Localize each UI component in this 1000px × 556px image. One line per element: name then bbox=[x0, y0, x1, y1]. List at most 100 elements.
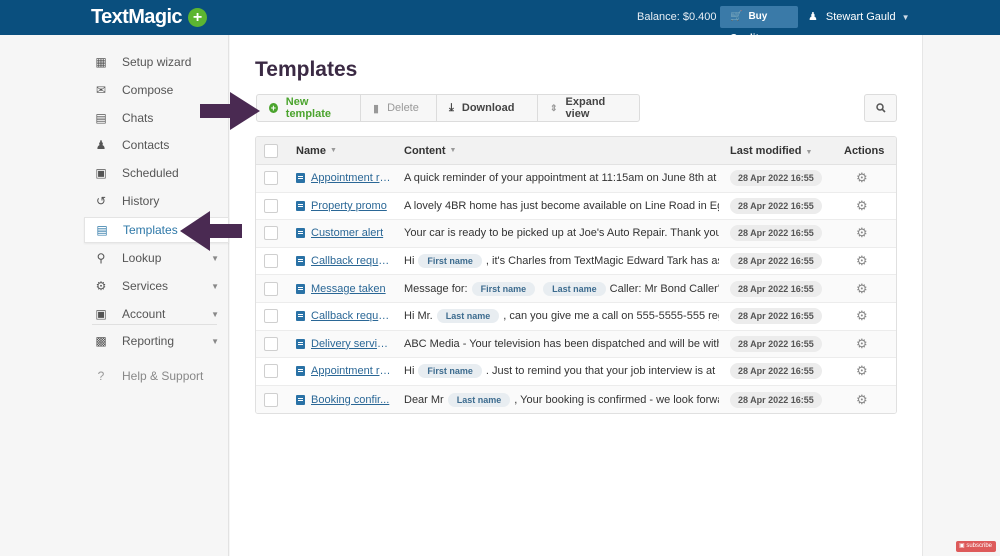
table-row[interactable]: Booking confir... Dear Mr Last name, Your … bbox=[256, 385, 896, 414]
table-row[interactable]: Message taken Message for: First name Last … bbox=[256, 275, 896, 303]
column-name-header[interactable]: Name ▼ bbox=[296, 145, 337, 157]
clipboard-icon: ▤ bbox=[96, 223, 108, 237]
template-icon bbox=[296, 200, 305, 211]
expand-view-button[interactable]: ⇕ Expand view bbox=[538, 95, 639, 121]
placeholder-tag: First name bbox=[418, 364, 482, 379]
row-checkbox[interactable] bbox=[264, 336, 278, 351]
chevron-down-icon: ▼ bbox=[211, 309, 219, 319]
sidebar-item-label: Scheduled bbox=[122, 166, 179, 180]
new-template-button[interactable]: + New template bbox=[257, 95, 361, 121]
page-title: Templates bbox=[255, 58, 358, 81]
content-text: Hi Mr. bbox=[404, 310, 433, 323]
chart-icon: ▩ bbox=[95, 334, 107, 348]
download-button[interactable]: ⤓ Download bbox=[437, 95, 538, 121]
content-text: Hi bbox=[404, 365, 415, 378]
sidebar-item-label: Help & Support bbox=[122, 369, 204, 383]
template-name-link[interactable]: Booking confir... bbox=[311, 394, 391, 406]
gear-icon[interactable]: ⚙ bbox=[856, 225, 868, 240]
gear-icon[interactable]: ⚙ bbox=[856, 363, 868, 378]
template-name-link[interactable]: Delivery service... bbox=[311, 338, 391, 350]
table-row[interactable]: Delivery service... ABC Media - Your tele… bbox=[256, 330, 896, 359]
sidebar-item-label: Services bbox=[122, 279, 169, 293]
history-icon: ↺ bbox=[95, 194, 107, 208]
delete-label: Delete bbox=[387, 102, 419, 114]
template-content: A quick reminder of your appointment at … bbox=[404, 172, 719, 184]
row-checkbox[interactable] bbox=[264, 171, 278, 186]
template-content: Hi First name, it's Charles from TextMagi… bbox=[404, 254, 719, 269]
sidebar-item-setup-wizard[interactable]: ▦ Setup wizard bbox=[84, 49, 229, 75]
content-text: , can you give me a call on 555-5555-555… bbox=[503, 310, 719, 323]
select-all-checkbox[interactable] bbox=[264, 143, 278, 158]
sidebar-item-label: Chats bbox=[122, 111, 154, 125]
table-row[interactable]: Appointment re... A quick reminder of you… bbox=[256, 165, 896, 193]
template-name-link[interactable]: Appointment re... bbox=[311, 172, 391, 184]
placeholder-tag: Last name bbox=[543, 281, 606, 296]
chevron-down-icon: ▼ bbox=[211, 336, 219, 346]
chevron-down-icon: ▼ bbox=[901, 13, 910, 22]
template-name-link[interactable]: Appointment re... bbox=[311, 365, 391, 377]
sidebar-item-label: Lookup bbox=[122, 251, 162, 265]
template-name-link[interactable]: Property promo bbox=[311, 200, 391, 212]
column-content-header[interactable]: Content ▼ bbox=[404, 145, 719, 157]
search-button[interactable] bbox=[864, 94, 897, 122]
last-modified-badge: 28 Apr 2022 16:55 bbox=[730, 253, 822, 270]
gear-icon[interactable]: ⚙ bbox=[856, 308, 868, 323]
plus-circle-icon: + bbox=[269, 103, 278, 113]
video-icon: ▣ bbox=[959, 543, 965, 549]
gear-icon[interactable]: ⚙ bbox=[856, 392, 868, 407]
template-name-link[interactable]: Callback request bbox=[311, 310, 391, 322]
expand-arrows-icon: ⇕ bbox=[550, 102, 558, 113]
templates-table: Name ▼ Content ▼ Last modified ▼ Actions Ap… bbox=[255, 136, 897, 415]
gear-icon[interactable]: ⚙ bbox=[856, 198, 868, 213]
template-icon bbox=[296, 366, 305, 377]
sort-caret-icon: ▼ bbox=[805, 148, 813, 156]
gear-icon[interactable]: ⚙ bbox=[856, 336, 868, 351]
template-icon bbox=[296, 228, 305, 239]
row-checkbox[interactable] bbox=[264, 364, 278, 379]
annotation-arrow-right bbox=[200, 92, 260, 130]
download-icon: ⤓ bbox=[449, 101, 454, 114]
sidebar-item-help-support[interactable]: ? Help & Support bbox=[84, 363, 229, 389]
subscribe-badge[interactable]: ▣ subscribe bbox=[956, 541, 996, 552]
sidebar-item-services[interactable]: ⚙ Services ▼ bbox=[84, 273, 229, 299]
row-checkbox[interactable] bbox=[264, 198, 278, 213]
table-row[interactable]: Property promo A lovely 4BR home has just… bbox=[256, 192, 896, 221]
user-menu[interactable]: ♟ Stewart Gauld ▼ bbox=[808, 10, 910, 23]
content-text: ABC Media - Your television has been dis… bbox=[404, 337, 719, 350]
template-content: Your car is ready to be picked up at Joe… bbox=[404, 227, 719, 239]
gear-icon[interactable]: ⚙ bbox=[856, 253, 868, 268]
buy-credit-button[interactable]: 🛒Buy Credit bbox=[720, 6, 798, 44]
user-name: Stewart Gauld bbox=[825, 11, 896, 23]
template-name-link[interactable]: Callback reque... bbox=[311, 255, 391, 267]
quick-add-button[interactable]: + bbox=[188, 8, 207, 27]
gear-icon[interactable]: ⚙ bbox=[856, 170, 868, 185]
row-checkbox[interactable] bbox=[264, 281, 278, 296]
sidebar-item-scheduled[interactable]: ▣ Scheduled bbox=[84, 160, 229, 186]
grid-icon: ▦ bbox=[95, 55, 107, 69]
row-checkbox[interactable] bbox=[264, 392, 278, 407]
search-icon: ⚲ bbox=[96, 251, 106, 265]
row-checkbox[interactable] bbox=[264, 226, 278, 241]
table-row[interactable]: Callback reque... Hi First name, it's Char… bbox=[256, 247, 896, 276]
template-name-link[interactable]: Message taken bbox=[311, 283, 391, 295]
last-modified-badge: 28 Apr 2022 16:55 bbox=[730, 197, 822, 214]
delete-button[interactable]: ▮ Delete bbox=[361, 95, 437, 121]
table-row[interactable]: Appointment re... Hi First name. Just to r… bbox=[256, 358, 896, 386]
row-checkbox[interactable] bbox=[264, 254, 278, 269]
column-last-modified-header[interactable]: Last modified ▼ bbox=[730, 145, 812, 157]
table-row[interactable]: Callback request Hi Mr. Last name, can you… bbox=[256, 302, 896, 331]
last-modified-badge: 28 Apr 2022 16:55 bbox=[730, 280, 822, 297]
name-header-label: Name bbox=[296, 144, 326, 157]
template-name-link[interactable]: Customer alert bbox=[311, 227, 391, 239]
sidebar-item-contacts[interactable]: ♟ Contacts bbox=[84, 132, 229, 158]
table-row[interactable]: Customer alert Your car is ready to be pi… bbox=[256, 220, 896, 248]
trash-icon: ▮ bbox=[373, 102, 380, 115]
content-header-label: Content bbox=[404, 144, 446, 157]
gear-icon[interactable]: ⚙ bbox=[856, 281, 868, 296]
textmagic-logo[interactable]: TextMagic bbox=[91, 6, 183, 29]
row-checkbox[interactable] bbox=[264, 309, 278, 324]
annotation-arrow-left bbox=[180, 211, 242, 251]
sidebar-item-reporting[interactable]: ▩ Reporting ▼ bbox=[84, 328, 229, 354]
sort-caret-icon: ▼ bbox=[449, 147, 457, 154]
content-text: , Your booking is confirmed - we look fo… bbox=[514, 393, 719, 406]
